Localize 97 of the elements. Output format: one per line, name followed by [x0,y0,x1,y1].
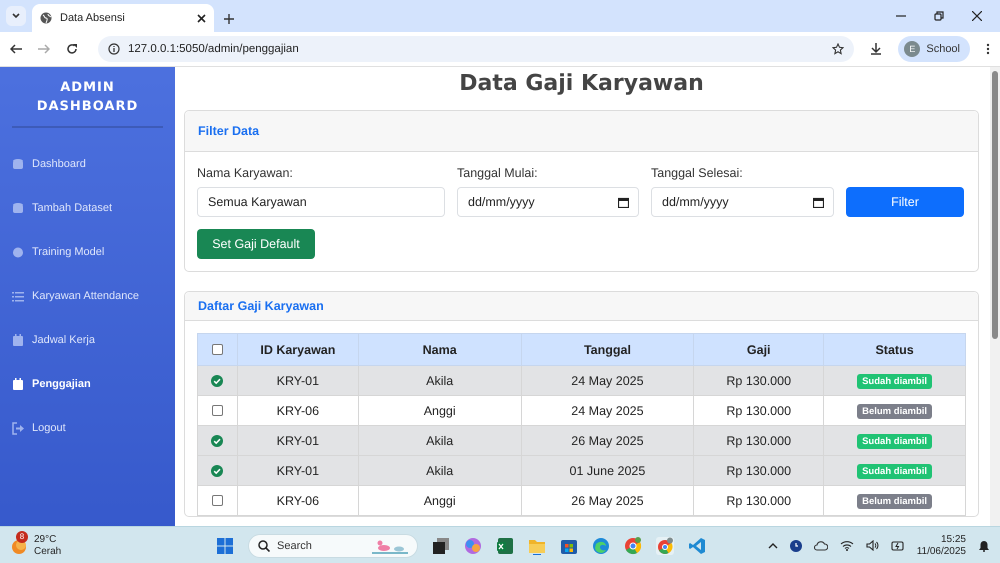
table-cell: 26 May 2025 [521,426,694,456]
table-cell: 24 May 2025 [521,366,694,396]
search-field[interactable]: Search [248,534,418,558]
table-cell: Rp 130.000 [694,486,824,516]
start-icon[interactable] [216,536,234,554]
table-cell: Akila [358,456,522,486]
scrollbar[interactable] [990,67,1000,526]
table-cell: Rp 130.000 [694,366,824,396]
copilot-icon[interactable] [464,536,482,554]
check-circle-icon[interactable] [211,434,224,446]
checkbox[interactable] [212,495,223,506]
speaker-icon [866,540,879,551]
set-default-salary-button[interactable]: Set Gaji Default [197,229,315,259]
star-icon[interactable] [832,43,844,55]
filter-button[interactable]: Filter [846,187,964,217]
info-icon [108,43,120,55]
sidebar-title: ADMIN DASHBOARD [36,79,140,116]
close-icon[interactable] [972,11,982,21]
select-all-checkbox[interactable] [212,344,223,355]
card-title: Daftar Gaji Karyawan [198,299,324,313]
table-cell: KRY-06 [237,486,358,516]
logout-icon [12,422,24,434]
profile-button[interactable]: E School [898,36,970,62]
field-label: Nama Karyawan: [197,166,294,180]
calendar-icon [12,378,24,390]
notification-badge: 8 [16,530,28,542]
notification-icon[interactable] [978,540,990,552]
column-header: Tanggal [521,334,694,366]
column-header: Status [824,334,966,366]
table-cell: Akila [358,366,522,396]
table-cell: Akila [358,426,522,456]
calendar-icon [12,334,24,346]
status-badge: Belum diambil [857,494,932,508]
sidebar-item[interactable]: Dashboard [0,142,175,186]
checkbox[interactable] [212,405,223,416]
menu-icon[interactable] [986,43,990,55]
column-header: ID Karyawan [237,334,358,366]
table-cell: Rp 130.000 [694,456,824,486]
task-view-icon[interactable] [432,536,450,554]
browser-tab[interactable]: Data Absensi [32,4,214,32]
flamingo-icon [372,538,408,554]
status-badge: Sudah diambil [857,434,932,448]
table-cell: KRY-01 [237,426,358,456]
status-badge: Sudah diambil [857,464,932,478]
reload-icon[interactable] [66,43,78,55]
sidebar-item[interactable]: Penggajian [0,362,175,406]
sidebar-item[interactable]: Logout [0,406,175,450]
edge-icon[interactable] [592,536,610,554]
chevron-up-icon[interactable] [768,542,778,548]
card-title: Filter Data [198,124,260,138]
check-circle-icon[interactable] [211,374,224,386]
table-cell: Rp 130.000 [694,426,824,456]
calendar-icon [618,197,629,208]
battery-icon [890,540,905,551]
globe-icon [40,12,52,24]
sidebar-item[interactable]: Tambah Dataset [0,186,175,230]
calendar-icon [813,197,824,208]
cloud-icon [814,540,828,550]
download-icon[interactable] [870,43,882,55]
tab-list-button[interactable] [6,6,26,26]
field-label: Tanggal Mulai: [457,166,539,180]
clock-date: 11/06/2025 [916,546,966,558]
page-title: Data Gaji Karyawan [458,71,705,96]
column-header: Nama [358,334,522,366]
table-cell: Anggi [358,486,522,516]
spreadsheet-icon[interactable] [496,536,514,554]
close-icon[interactable] [197,14,206,22]
wifi-icon [840,540,854,551]
chevron-down-icon [12,13,20,19]
sidebar-item[interactable]: Jadwal Kerja [0,318,175,362]
column-header: Gaji [694,334,824,366]
code-editor-icon[interactable] [688,536,706,554]
restore-icon[interactable] [934,11,944,21]
table-cell: KRY-01 [237,366,358,396]
chrome-icon[interactable] [624,536,642,554]
search-icon [258,540,270,552]
date-field[interactable]: dd/mm/yyyy [457,187,639,217]
list-icon [12,290,24,302]
address-bar[interactable]: 127.0.0.1:5050/admin/penggajian [98,36,854,62]
weather-condition: Cerah [34,546,62,558]
sidebar-item[interactable]: Training Model [0,230,175,274]
table-cell: 26 May 2025 [521,486,694,516]
clock-icon [790,540,802,552]
clock-time: 15:25 [940,534,966,546]
date-field[interactable]: dd/mm/yyyy [651,187,834,217]
table-cell: 01 June 2025 [521,456,694,486]
status-badge: Belum diambil [857,404,932,418]
temperature: 29°C [34,534,58,546]
check-circle-icon[interactable] [211,464,224,476]
back-icon[interactable] [10,44,22,54]
sidebar-item[interactable]: Karyawan Attendance [0,274,175,318]
new-tab-icon[interactable] [224,14,234,24]
chrome-icon[interactable] [656,536,674,554]
status-badge: Sudah diambil [857,374,932,388]
employee-select[interactable]: Semua Karyawan [197,187,445,217]
field-label: Tanggal Selesai: [651,166,744,180]
table-cell: KRY-01 [237,456,358,486]
